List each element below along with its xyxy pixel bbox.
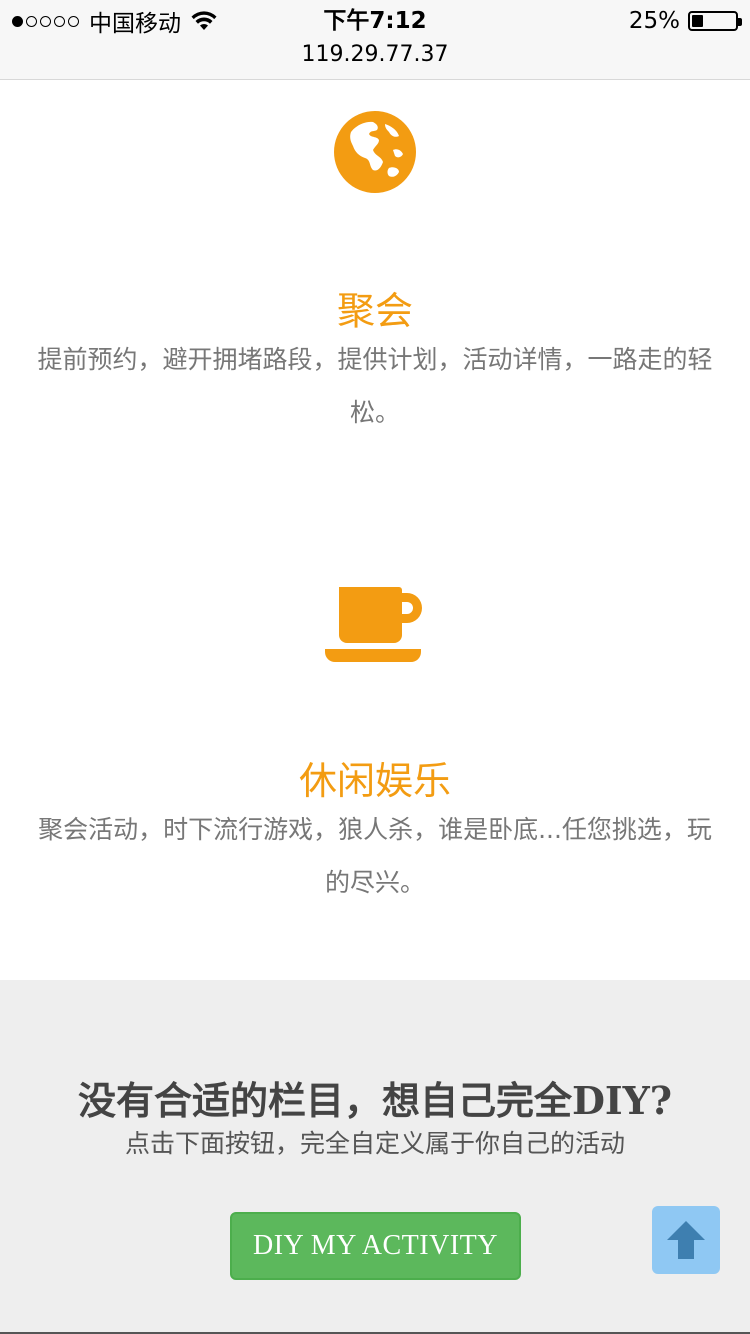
feature-title: 聚会 xyxy=(336,289,413,333)
diy-subtitle: 点击下面按钮，完全自定义属于你自己的活动 xyxy=(124,1129,625,1158)
status-right: 25% xyxy=(628,6,742,36)
diy-my-activity-button[interactable]: DIY MY ACTIVITY xyxy=(230,1212,521,1280)
globe-icon xyxy=(334,111,416,193)
diy-title: 没有合适的栏目，想自己完全DIY? xyxy=(77,1078,673,1123)
address-url[interactable]: 119.29.77.37 xyxy=(0,40,750,70)
battery-percent: 25% xyxy=(628,8,680,34)
coffee-cup-icon xyxy=(325,587,422,662)
feature-title: 休闲娱乐 xyxy=(298,759,451,803)
status-bar: 中国移动 下午7:12 25% 119.29.77.37 xyxy=(0,0,750,80)
feature-leisure: 休闲娱乐 聚会活动，时下流行游戏，狼人杀，谁是卧底...任您挑选，玩的尽兴。 xyxy=(0,560,750,960)
feature-gathering: 聚会 提前预约，避开拥堵路段，提供计划，活动详情，一路走的轻松。 xyxy=(0,80,750,510)
feature-description: 提前预约，避开拥堵路段，提供计划，活动详情，一路走的轻松。 xyxy=(37,345,713,427)
arrow-up-icon xyxy=(667,1221,705,1259)
battery-icon xyxy=(688,11,742,31)
back-to-top-button[interactable] xyxy=(652,1206,720,1274)
feature-description: 聚会活动，时下流行游戏，狼人杀，谁是卧底...任您挑选，玩的尽兴。 xyxy=(38,815,712,897)
diy-section: 没有合适的栏目，想自己完全DIY? 点击下面按钮，完全自定义属于你自己的活动 D… xyxy=(0,980,750,1334)
